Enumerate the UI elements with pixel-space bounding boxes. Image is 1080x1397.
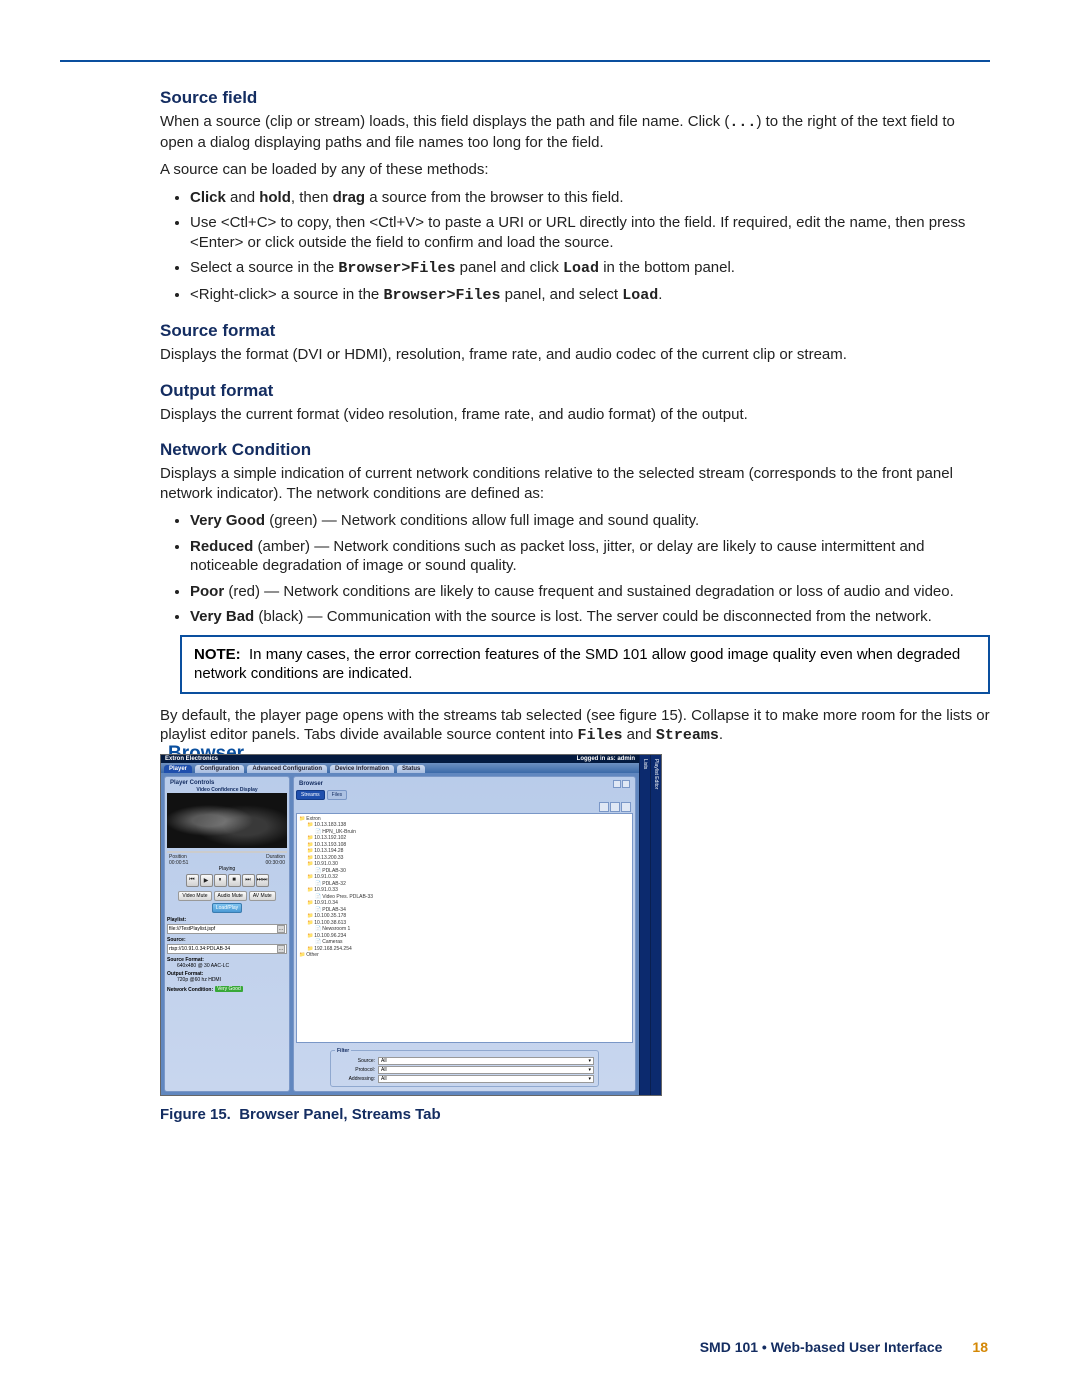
network-condition-badge: Very Good xyxy=(215,986,243,992)
stream-tree[interactable]: Extron10.13.183.138HPN_UK-Bruin10.13.192… xyxy=(296,813,633,1043)
source-format-value: 640x480 @ 30 AAC-LC xyxy=(167,963,287,969)
tree-folder[interactable]: Other xyxy=(299,952,630,959)
browser-panel-title: Browser xyxy=(299,781,323,787)
video-mute-button[interactable]: Video Mute xyxy=(178,891,211,901)
filter-fieldset: Filter Source:All▾ Protocol:All▾ Address… xyxy=(330,1048,599,1087)
stop-button[interactable]: ■ xyxy=(228,874,241,887)
progress-bar[interactable] xyxy=(167,851,287,853)
tab-configuration[interactable]: Configuration xyxy=(195,765,244,773)
figure-15-screenshot: Extron Electronics Logged in as: admin P… xyxy=(160,754,662,1096)
filter-addressing-label: Addressing: xyxy=(335,1076,375,1082)
network-condition-label: Network Condition: xyxy=(167,987,213,993)
playlist-editor-sidebar[interactable]: Playlist Editor xyxy=(650,755,661,1095)
source-field-bullet: Click and hold, then drag a source from … xyxy=(190,188,990,208)
tab-player[interactable]: Player xyxy=(164,765,192,773)
playback-status: Playing xyxy=(167,866,287,872)
playlist-browse-icon[interactable]: ... xyxy=(277,925,285,933)
heading-source-field: Source field xyxy=(160,88,990,108)
nc-bullet: Poor (red) — Network conditions are like… xyxy=(190,582,990,602)
toolbar-icon[interactable] xyxy=(599,802,609,812)
source-field-bullet: Select a source in the Browser>Files pan… xyxy=(190,258,990,279)
tab-advanced-config[interactable]: Advanced Configuration xyxy=(247,765,327,773)
skip-fwd-button[interactable]: ⏭ xyxy=(242,874,255,887)
subtab-streams[interactable]: Streams xyxy=(296,790,325,800)
browser-body: By default, the player page opens with t… xyxy=(160,706,990,746)
source-field[interactable]: rtsp://10.91.0.34:PDLAB-34... xyxy=(167,944,287,954)
source-label: Source: xyxy=(167,937,287,943)
expand-icon[interactable] xyxy=(622,780,630,788)
transport-controls: ⏮ ▶ ⏸ ■ ⏭ ⏭⏭ xyxy=(167,874,287,887)
filter-protocol-select[interactable]: All▾ xyxy=(378,1066,594,1074)
page-footer: SMD 101 • Web-based User Interface18 xyxy=(700,1339,988,1355)
lists-sidebar[interactable]: Lists xyxy=(639,755,650,1095)
tab-status[interactable]: Status xyxy=(397,765,425,773)
filter-legend: Filter xyxy=(335,1048,351,1054)
browser-panel: Browser Streams Files Extron10.13.183.13… xyxy=(293,776,636,1092)
source-field-p1: When a source (clip or stream) loads, th… xyxy=(160,112,990,152)
heading-network-condition: Network Condition xyxy=(160,440,990,460)
av-mute-button[interactable]: AV Mute xyxy=(249,891,276,901)
collapse-icon[interactable] xyxy=(613,780,621,788)
load-play-button[interactable]: Load/Play xyxy=(212,903,242,913)
output-format-value: 720p @60 hz HDMI xyxy=(167,977,287,983)
ffwd-button[interactable]: ⏭⏭ xyxy=(256,874,269,887)
page-top-rule xyxy=(60,60,990,62)
toolbar-icon[interactable] xyxy=(621,802,631,812)
filter-source-label: Source: xyxy=(335,1058,375,1064)
audio-mute-button[interactable]: Audio Mute xyxy=(214,891,247,901)
output-format-body: Displays the current format (video resol… xyxy=(160,405,990,425)
filter-protocol-label: Protocol: xyxy=(335,1067,375,1073)
source-field-bullet: <Right-click> a source in the Browser>Fi… xyxy=(190,285,990,306)
toolbar-icon[interactable] xyxy=(610,802,620,812)
ss-login: Logged in as: admin xyxy=(577,756,635,762)
filter-addressing-select[interactable]: All▾ xyxy=(378,1075,594,1083)
player-controls-title: Player Controls xyxy=(170,780,214,786)
subtab-files[interactable]: Files xyxy=(327,790,348,800)
player-controls-panel: Player Controls Video Confidence Display… xyxy=(164,776,290,1092)
skip-back-button[interactable]: ⏮ xyxy=(186,874,199,887)
source-field-bullets: Click and hold, then drag a source from … xyxy=(160,188,990,306)
nc-bullet: Reduced (amber) — Network conditions suc… xyxy=(190,537,990,576)
video-confidence-display xyxy=(167,793,287,848)
filter-source-select[interactable]: All▾ xyxy=(378,1057,594,1065)
pause-button[interactable]: ⏸ xyxy=(214,874,227,887)
ss-header: Extron Electronics Logged in as: admin xyxy=(161,755,639,763)
tab-device-info[interactable]: Device Information xyxy=(330,765,394,773)
page-number: 18 xyxy=(972,1339,988,1355)
playlist-field[interactable]: file:///TestPlaylist.jspf... xyxy=(167,924,287,934)
nc-bullet: Very Bad (black) — Communication with th… xyxy=(190,607,990,627)
source-browse-icon[interactable]: ... xyxy=(277,945,285,953)
figure-caption: Figure 15. Browser Panel, Streams Tab xyxy=(160,1106,990,1123)
nc-bullet: Very Good (green) — Network conditions a… xyxy=(190,511,990,531)
heading-source-format: Source format xyxy=(160,321,990,341)
note-box: NOTE: In many cases, the error correctio… xyxy=(180,635,990,694)
heading-output-format: Output format xyxy=(160,381,990,401)
source-field-p2: A source can be loaded by any of these m… xyxy=(160,160,990,180)
ss-main-tabs: Player Configuration Advanced Configurat… xyxy=(161,763,639,773)
play-button[interactable]: ▶ xyxy=(200,874,213,887)
source-format-body: Displays the format (DVI or HDMI), resol… xyxy=(160,345,990,365)
source-field-bullet: Use <Ctl+C> to copy, then <Ctl+V> to pas… xyxy=(190,213,990,252)
network-condition-body: Displays a simple indication of current … xyxy=(160,464,990,503)
ss-brand: Extron Electronics xyxy=(165,756,218,762)
network-condition-bullets: Very Good (green) — Network conditions a… xyxy=(160,511,990,627)
playlist-label: Playlist: xyxy=(167,917,287,923)
